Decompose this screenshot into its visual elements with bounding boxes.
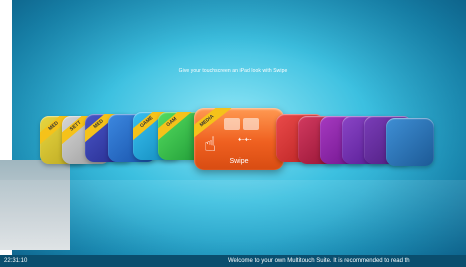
status-bar: 22:31:10 Welcome to your own Multitouch … xyxy=(0,255,466,267)
clock-time: 22:31:10 xyxy=(4,258,28,264)
swipe-arrows-icon: ⇠⇠ xyxy=(238,135,252,144)
app-tile-blue-right[interactable] xyxy=(386,118,434,166)
welcome-message: Welcome to your own Multitouch Suite. It… xyxy=(228,258,410,264)
screen-panel-icon xyxy=(224,118,240,130)
app-label: Swipe xyxy=(229,158,249,165)
screen-panel-icon xyxy=(243,118,259,130)
app-ribbon: GAM xyxy=(158,112,192,141)
headline-text: Give your touchscreen an iPad look with … xyxy=(178,68,288,74)
swipe-hand-icon: ☝ xyxy=(204,132,217,156)
app-carousel[interactable]: MED SETT MED ✎ ∕ GAME GAM MEDIA ☝ ⇠⇠ Swi… xyxy=(30,108,434,178)
app-tile-swipe-selected[interactable]: MEDIA ☝ ⇠⇠ Swipe xyxy=(194,108,284,170)
desktop-background: Give your touchscreen an iPad look with … xyxy=(0,0,466,267)
carousel-shelf xyxy=(0,180,466,255)
